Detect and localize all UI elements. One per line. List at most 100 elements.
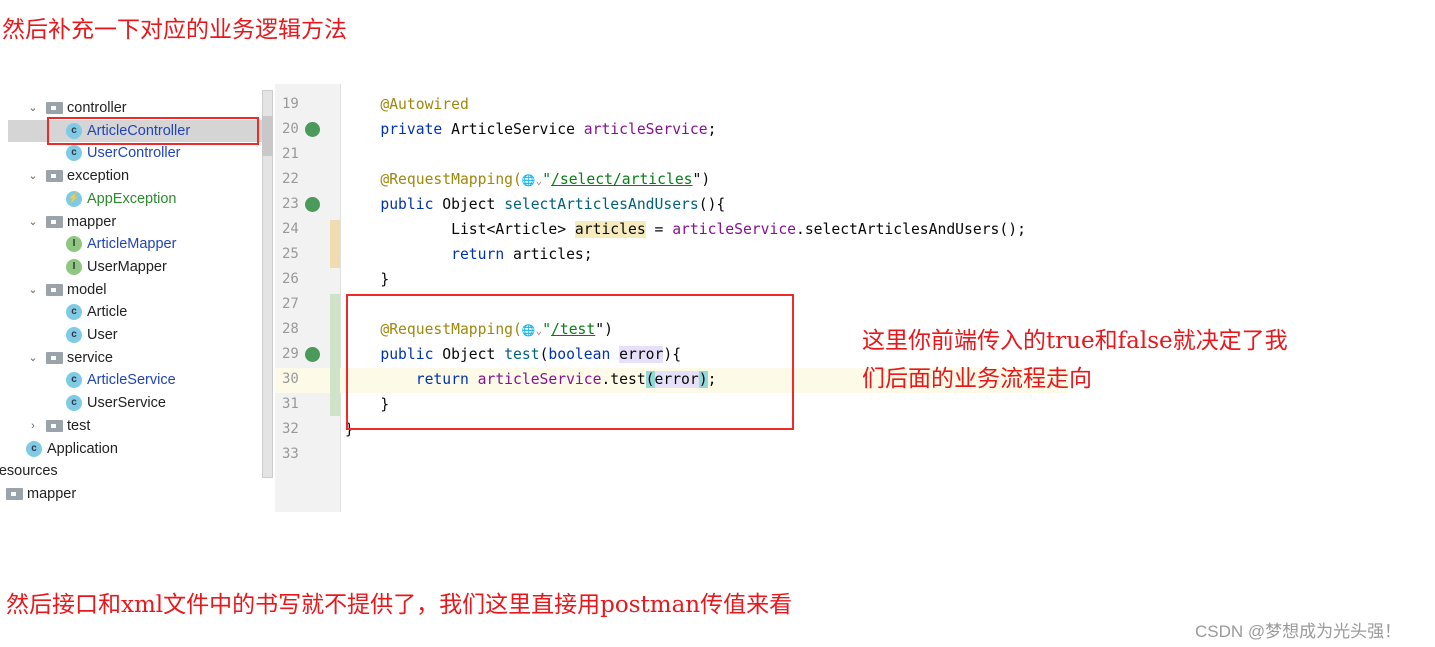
code-token: articles	[574, 221, 646, 238]
annotation-right-line2: 们后面的业务流程走向	[862, 366, 1092, 392]
code-token: @RequestMapping(	[380, 171, 522, 188]
line-number: 24	[282, 221, 299, 237]
tree-item-controller[interactable]: ⌄ controller	[26, 97, 127, 119]
tree-item-mapper[interactable]: mapper	[6, 483, 76, 505]
line-number: 30	[282, 371, 299, 387]
chevron-down-icon[interactable]: ⌄	[26, 165, 40, 187]
tree-item-label: exception	[67, 168, 130, 185]
tree-item-service[interactable]: ⌄ service	[26, 347, 113, 369]
tree-item-label: test	[67, 417, 91, 434]
line-number: 29	[282, 346, 299, 362]
folder-icon	[6, 487, 23, 500]
exception-icon: ⚡	[66, 190, 82, 207]
tree-item-label: Article	[87, 304, 128, 321]
tree-item-label: controller	[67, 100, 127, 116]
tree-item-test[interactable]: › test	[26, 415, 90, 437]
code-line: @Autowired	[345, 92, 1070, 117]
code-line: return articles;	[345, 242, 1070, 267]
annotation-right-line1: 这里你前端传入的true和false就决定了我	[862, 328, 1288, 354]
code-token: Object	[442, 196, 505, 213]
chevron-down-icon[interactable]: ⌄	[26, 279, 40, 301]
chevron-down-icon[interactable]: ⌄	[26, 97, 40, 119]
tree-item-usercontroller[interactable]: c UserController	[66, 142, 180, 164]
annotation-right: 这里你前端传入的true和false就决定了我 们后面的业务流程走向	[862, 322, 1288, 398]
tree-item-usermapper[interactable]: I UserMapper	[66, 256, 167, 278]
code-line: private ArticleService articleService;	[345, 117, 1070, 142]
code-token: List<Article>	[451, 221, 575, 238]
interface-icon: I	[66, 258, 82, 275]
spring-app-icon: c	[26, 440, 42, 457]
web-icon[interactable]	[305, 347, 320, 362]
tree-item-articleservice[interactable]: c ArticleService	[66, 369, 176, 391]
tree-item-model[interactable]: ⌄ model	[26, 279, 107, 301]
chevron-down-icon[interactable]: ⌄	[26, 211, 40, 233]
tree-item-label: Application	[47, 440, 118, 457]
tree-item-label: User	[87, 327, 118, 343]
code-token: /select/articles	[551, 171, 693, 188]
line-number: 20	[282, 121, 299, 137]
tree-item-resources[interactable]: resources	[0, 460, 58, 482]
change-marker	[330, 220, 340, 268]
tree-item-mapper[interactable]: ⌄ mapper	[26, 211, 116, 233]
tree-item-application[interactable]: c Application	[26, 438, 118, 460]
chevron-down-icon[interactable]: ⌄	[26, 347, 40, 369]
tree-item-label: UserService	[87, 395, 166, 412]
code-token: =	[645, 221, 673, 238]
line-number: 22	[282, 171, 299, 187]
tree-item-label: ArticleMapper	[87, 236, 177, 253]
code-token: .selectArticlesAndUsers();	[796, 221, 1026, 238]
watermark: CSDN @梦想成为光头强！	[1195, 622, 1402, 641]
tree-item-label: model	[67, 281, 107, 298]
line-number: 23	[282, 196, 299, 212]
tree-item-exception[interactable]: ⌄ exception	[26, 165, 129, 187]
tree-scrollbar-thumb[interactable]	[262, 116, 273, 156]
project-tree: ⌄ controller c ArticleController c UserContro…	[0, 84, 262, 512]
folder-icon	[46, 351, 63, 364]
bean-icon[interactable]	[305, 122, 320, 137]
change-marker	[330, 294, 340, 416]
code-token: ")	[692, 171, 711, 188]
highlight-box	[47, 117, 259, 145]
tree-item-label: resources	[0, 463, 58, 480]
tree-item-user[interactable]: c User	[66, 324, 118, 346]
code-token: articles;	[513, 246, 593, 263]
code-token: ArticleService	[451, 121, 584, 138]
code-token: return	[451, 246, 514, 263]
line-number: 27	[282, 296, 299, 312]
folder-icon	[46, 419, 63, 432]
tree-item-label: mapper	[27, 485, 77, 502]
annotation-bottom: 然后接口和xml文件中的书写就不提供了，我们这里直接用postman传值来看	[6, 592, 793, 618]
code-token: public	[380, 196, 443, 213]
code-line: public Object selectArticlesAndUsers(){	[345, 192, 1070, 217]
folder-icon	[46, 283, 63, 296]
code-token: }	[380, 271, 390, 288]
tree-item-articlemapper[interactable]: I ArticleMapper	[66, 233, 176, 255]
line-number: 28	[282, 321, 299, 337]
code-line: @RequestMapping(🌐⌄"/select/articles")	[345, 167, 1070, 192]
code-token: private	[380, 121, 452, 138]
folder-icon	[46, 170, 63, 183]
folder-icon	[46, 102, 63, 114]
highlight-box	[346, 294, 794, 430]
web-icon[interactable]	[305, 197, 320, 212]
line-number: 26	[282, 271, 299, 287]
tree-item-appexception[interactable]: ⚡ AppException	[66, 188, 176, 210]
globe-icon[interactable]: 🌐⌄	[522, 174, 542, 187]
tree-item-article[interactable]: c Article	[66, 301, 127, 323]
line-number: 19	[282, 96, 299, 112]
annotation-top: 然后补充一下对应的业务逻辑方法	[2, 17, 347, 43]
code-line: List<Article> articles = articleService.…	[345, 217, 1070, 242]
code-token: @Autowired	[380, 96, 469, 113]
tree-item-userservice[interactable]: c UserService	[66, 392, 166, 414]
tree-item-label: mapper	[67, 213, 117, 230]
line-number: 32	[282, 421, 299, 437]
line-number: 31	[282, 396, 299, 412]
line-number: 25	[282, 246, 299, 262]
chevron-right-icon[interactable]: ›	[26, 415, 40, 437]
